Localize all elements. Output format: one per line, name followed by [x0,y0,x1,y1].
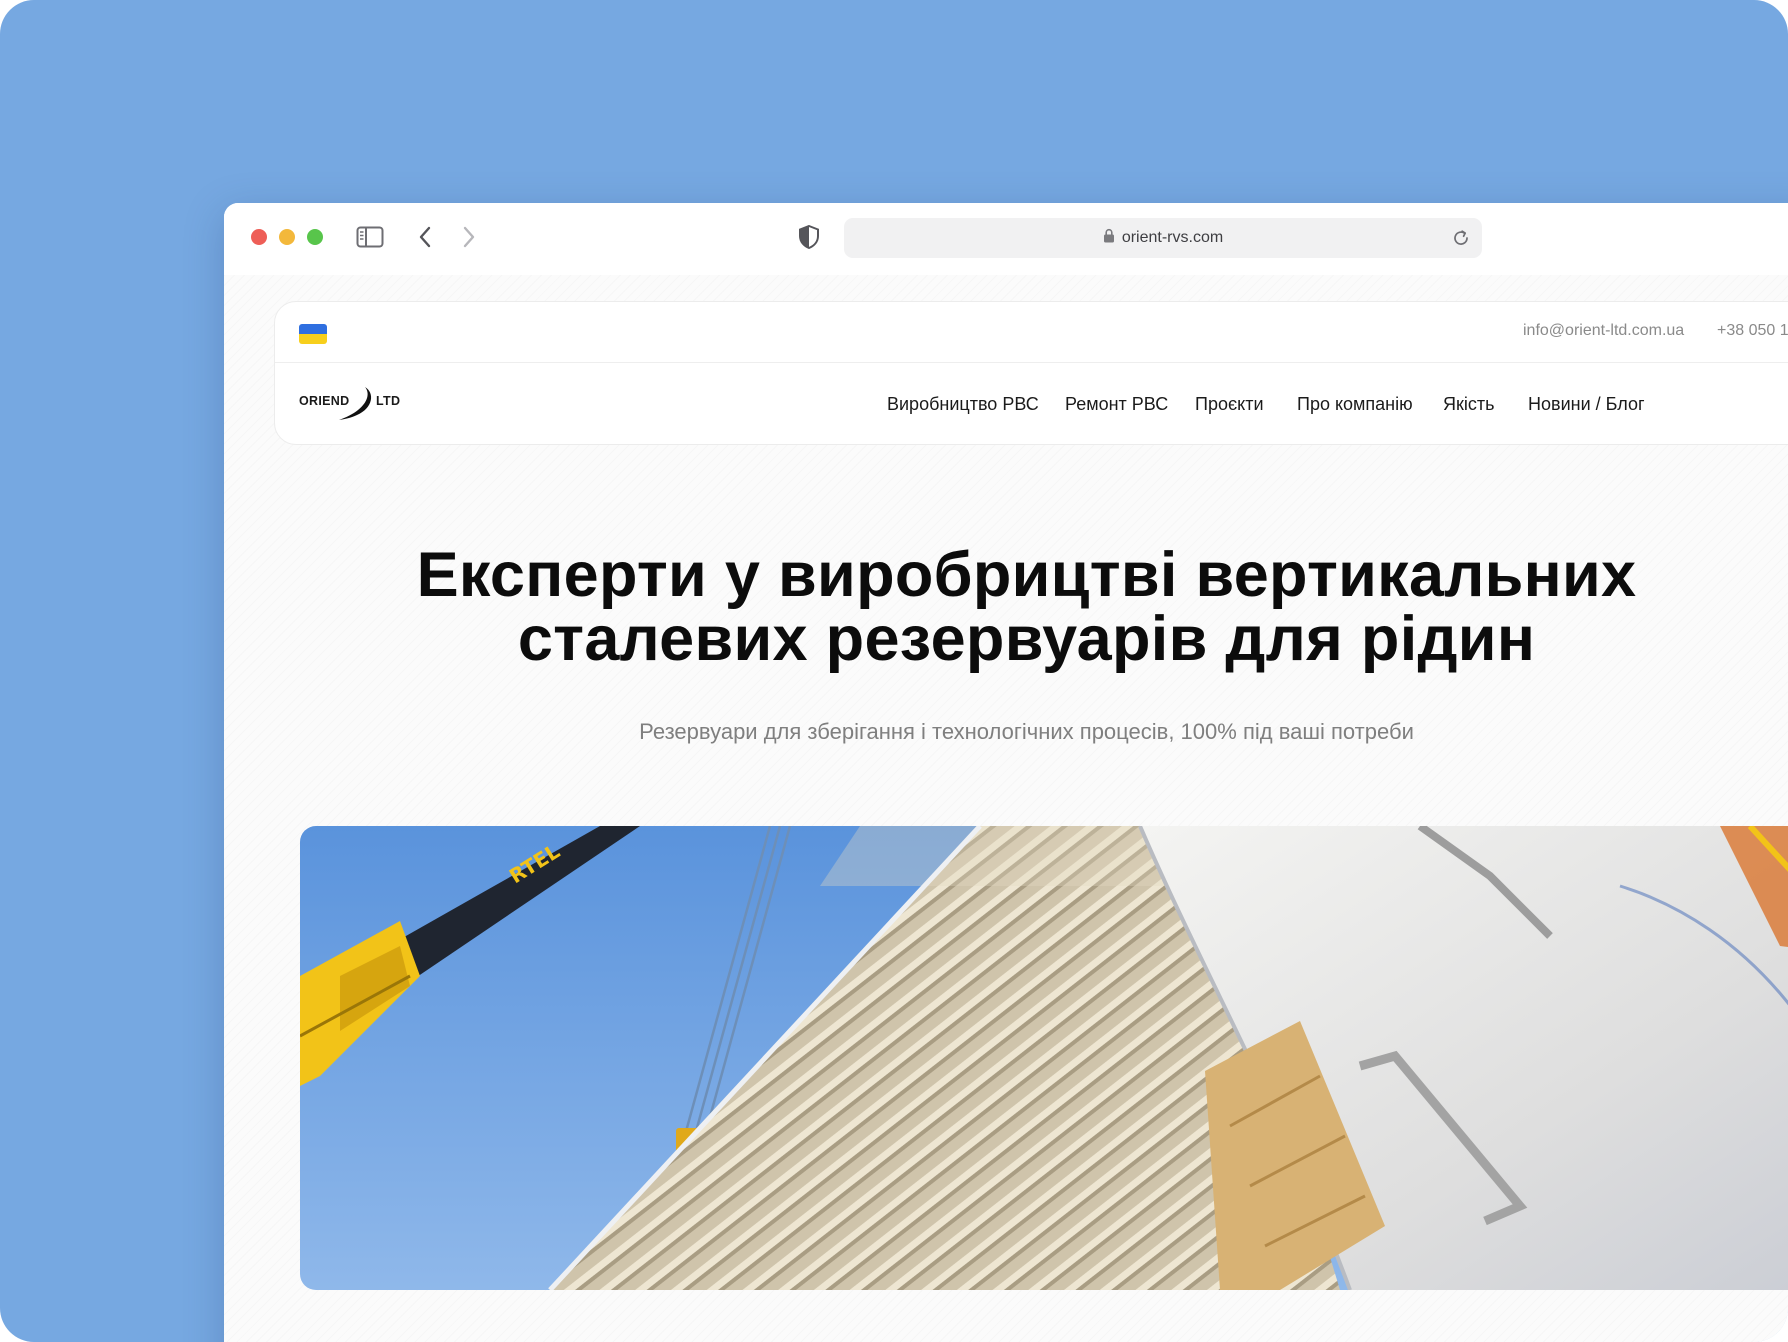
sidebar-toggle-icon[interactable] [356,225,384,249]
zoom-window-button[interactable] [307,229,323,245]
desktop-background: orient-rvs.com info@orient-ltd.com.ua +3… [0,0,1788,1342]
nav-item-manufacturing[interactable]: Виробництво РВС [887,394,1039,415]
site-header: info@orient-ltd.com.ua +38 050 1 ORIEND … [274,301,1788,445]
hero-title-line-2: сталевих резервуарів для рідин [517,604,1536,674]
minimize-window-button[interactable] [279,229,295,245]
ukraine-flag-icon[interactable] [299,324,327,344]
hero-title: Експерти у виробрицтві вертикальних стал… [224,543,1788,671]
browser-toolbar: orient-rvs.com [224,203,1788,275]
nav-item-repair[interactable]: Ремонт РВС [1065,394,1168,415]
reload-icon[interactable] [1450,227,1472,249]
hero-subtitle: Резервуари для зберігання і технологічни… [639,719,1414,744]
url-text: orient-rvs.com [1121,229,1224,246]
contact-phone-link[interactable]: +38 050 1 [1717,322,1788,340]
back-arrow-icon[interactable] [414,224,436,250]
nav-item-projects[interactable]: Проєкти [1195,394,1264,415]
hero-title-line-1: Експерти у виробрицтві вертикальних [416,540,1637,610]
privacy-shield-icon[interactable] [796,224,822,250]
hero-photo-tank-installation: RTEL [300,826,1788,1290]
header-divider [275,362,1788,363]
nav-item-news-blog[interactable]: Новини / Блог [1528,394,1645,415]
main-nav: Виробництво РВС Ремонт РВС Проєкти Про к… [275,394,1788,418]
nav-item-quality[interactable]: Якість [1443,394,1495,415]
nav-item-about[interactable]: Про компанію [1297,394,1413,415]
web-page: info@orient-ltd.com.ua +38 050 1 ORIEND … [224,275,1788,1342]
close-window-button[interactable] [251,229,267,245]
address-bar[interactable]: orient-rvs.com [844,218,1482,258]
forward-arrow-icon[interactable] [458,224,480,250]
contact-email-link[interactable]: info@orient-ltd.com.ua [1523,322,1684,340]
lock-icon [1103,228,1115,248]
browser-window: orient-rvs.com info@orient-ltd.com.ua +3… [224,203,1788,1342]
